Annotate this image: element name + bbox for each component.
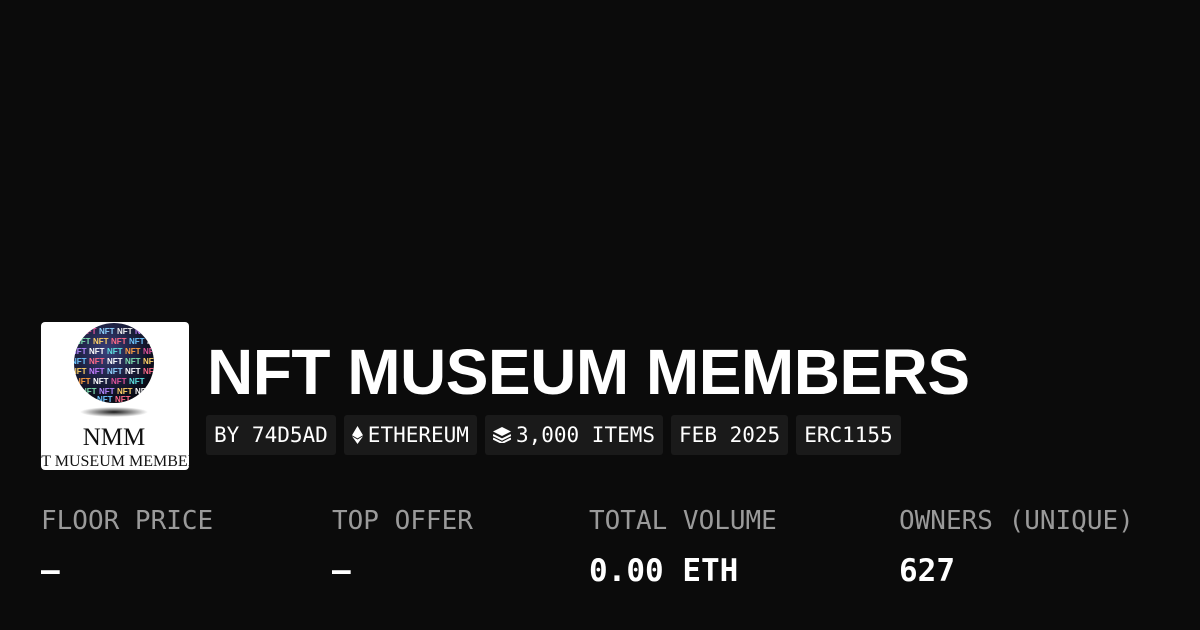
- logo-initials: NMM: [83, 424, 146, 451]
- stat-value: –: [41, 553, 60, 589]
- svg-text:NFT: NFT: [89, 367, 105, 376]
- standard-tag: ERC1155: [796, 415, 901, 455]
- stat-label: FLOOR PRICE: [41, 506, 214, 536]
- stat-label: OWNERS (UNIQUE): [899, 506, 1134, 536]
- ethereum-icon: [351, 426, 363, 444]
- chain-tag[interactable]: ETHEREUM: [343, 415, 477, 455]
- items-tag-label: 3,000 ITEMS: [515, 423, 656, 447]
- items-tag[interactable]: 3,000 ITEMS: [484, 415, 664, 455]
- stat-top-offer: TOP OFFER –: [332, 504, 473, 588]
- svg-text:NFT: NFT: [81, 387, 97, 396]
- chain-tag-label: ETHEREUM: [367, 423, 469, 447]
- svg-text:NFT: NFT: [99, 327, 115, 336]
- logo-globe-text: NFT: [81, 327, 97, 336]
- svg-text:NFT: NFT: [107, 347, 123, 356]
- collection-logo: NFT NFT NFT NFT NFT NFT NFT NFT NFT NFT …: [41, 322, 189, 470]
- svg-text:NFT: NFT: [93, 377, 109, 386]
- svg-text:NFT: NFT: [97, 395, 113, 404]
- svg-text:NFT: NFT: [71, 357, 87, 366]
- stat-value: 627: [899, 553, 955, 589]
- svg-text:NFT: NFT: [71, 347, 87, 356]
- svg-text:NFT: NFT: [111, 377, 127, 386]
- svg-text:NFT: NFT: [125, 357, 141, 366]
- stat-value: 0.00 ETH: [589, 553, 739, 589]
- svg-text:NFT: NFT: [93, 337, 109, 346]
- svg-text:NFT: NFT: [143, 357, 159, 366]
- stat-label: TOP OFFER: [332, 506, 473, 536]
- svg-text:NFT: NFT: [75, 377, 91, 386]
- collection-tags: BY 74D5AD ETHEREUM 3,000 ITEMS FEB 2025 …: [206, 415, 901, 455]
- date-tag-label: FEB 2025: [679, 423, 781, 447]
- creator-tag[interactable]: BY 74D5AD: [206, 415, 336, 455]
- layers-icon: [492, 427, 511, 443]
- svg-text:NFT: NFT: [107, 357, 123, 366]
- collection-title: NFT MUSEUM MEMBERS: [207, 336, 970, 408]
- svg-text:NFT: NFT: [129, 337, 145, 346]
- svg-text:NFT: NFT: [107, 367, 123, 376]
- svg-text:NFT: NFT: [115, 395, 131, 404]
- svg-text:NFT: NFT: [147, 337, 163, 346]
- svg-text:NFT: NFT: [135, 327, 151, 336]
- stat-owners: OWNERS (UNIQUE) 627: [899, 504, 1134, 588]
- svg-text:NFT: NFT: [89, 357, 105, 366]
- svg-text:NFT: NFT: [143, 347, 159, 356]
- svg-text:NFT: NFT: [75, 337, 91, 346]
- svg-text:NFT: NFT: [111, 337, 127, 346]
- logo-full-name: NFT MUSEUM MEMBERS: [41, 453, 189, 470]
- stat-label: TOTAL VOLUME: [589, 506, 777, 536]
- svg-text:NFT: NFT: [89, 347, 105, 356]
- stat-total-volume: TOTAL VOLUME 0.00 ETH: [589, 504, 777, 588]
- stat-value: –: [332, 553, 351, 589]
- svg-text:NFT: NFT: [71, 367, 87, 376]
- standard-tag-label: ERC1155: [804, 423, 893, 447]
- svg-text:NFT: NFT: [125, 367, 141, 376]
- svg-text:NFT: NFT: [125, 347, 141, 356]
- svg-text:NFT: NFT: [129, 377, 145, 386]
- svg-text:NFT: NFT: [135, 387, 151, 396]
- svg-text:NFT: NFT: [143, 367, 159, 376]
- creator-tag-label: BY 74D5AD: [214, 423, 328, 447]
- svg-text:NFT: NFT: [117, 327, 133, 336]
- stat-floor-price: FLOOR PRICE –: [41, 504, 213, 588]
- date-tag: FEB 2025: [671, 415, 789, 455]
